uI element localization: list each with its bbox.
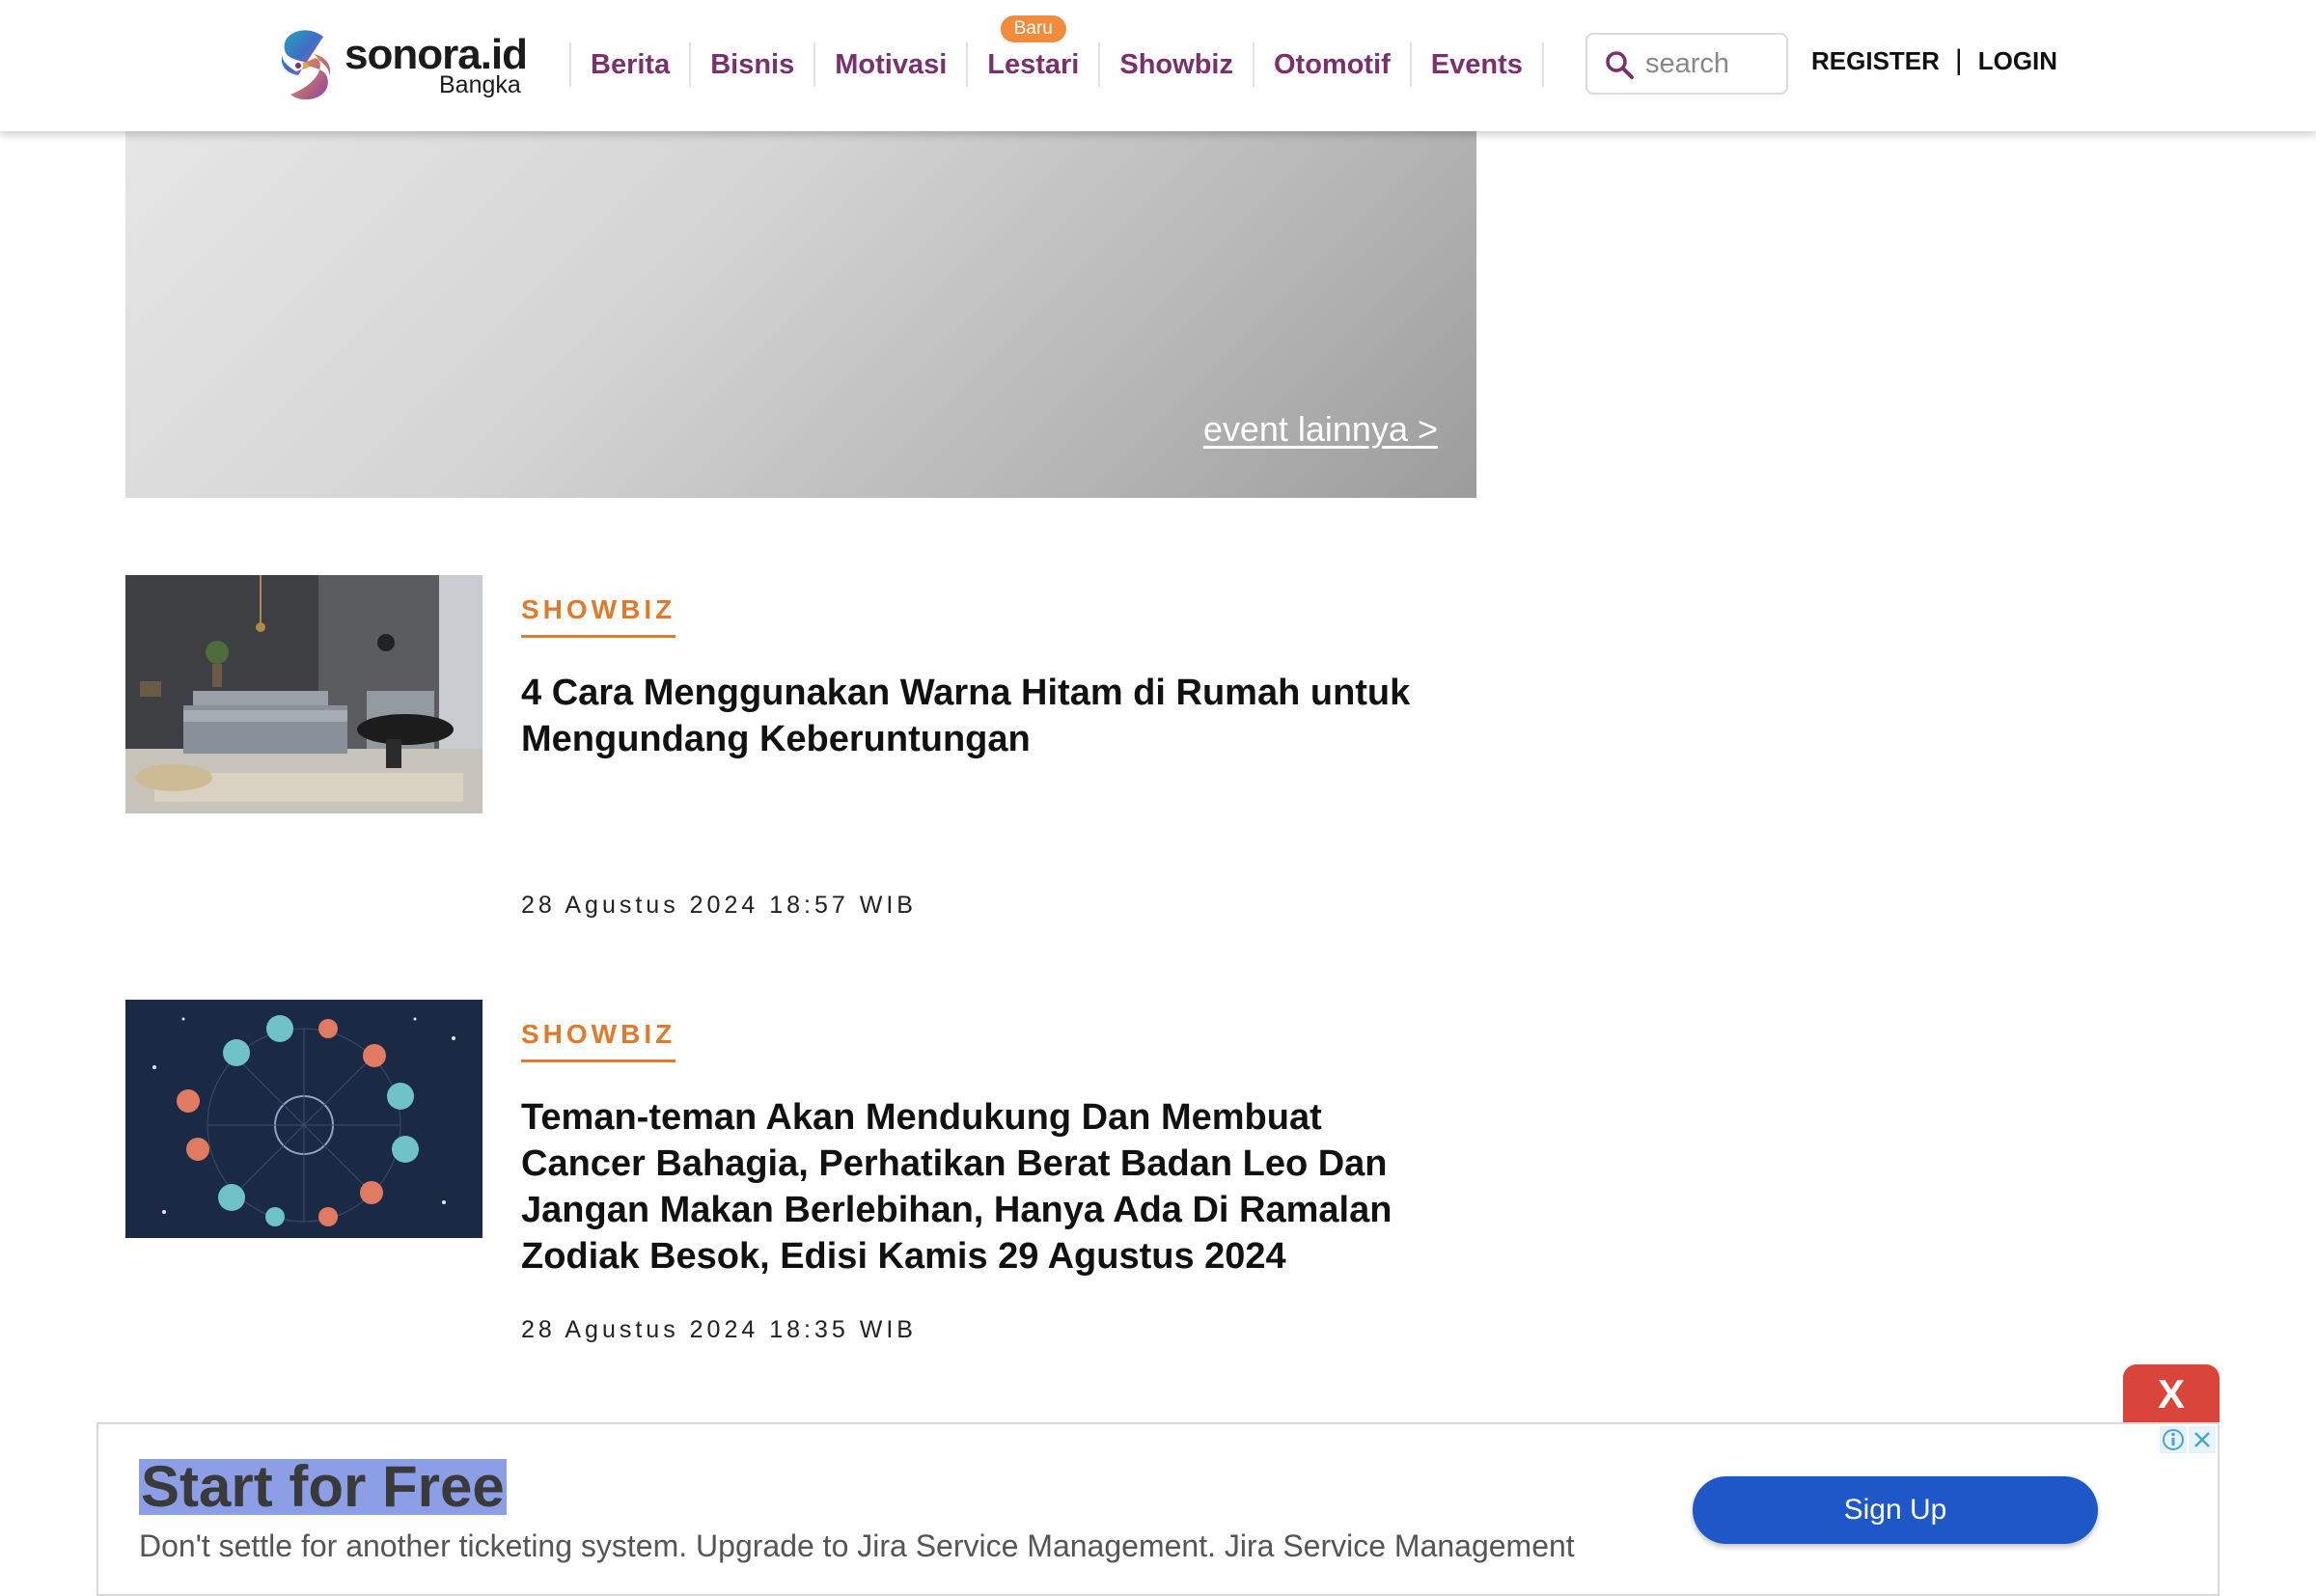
- nav-item-bisnis[interactable]: Bisnis: [689, 42, 813, 87]
- auth-separator: |: [1954, 44, 1963, 76]
- nav-item-label: Motivasi: [835, 48, 948, 80]
- nav-item-events[interactable]: Events: [1409, 42, 1544, 87]
- nav-item-motivasi[interactable]: Motivasi: [813, 42, 966, 87]
- site-logo[interactable]: sonora.id Bangka: [277, 27, 528, 104]
- search-box[interactable]: [1585, 33, 1788, 95]
- bedroom-photo-image: [125, 575, 482, 813]
- article-category[interactable]: SHOWBIZ: [521, 594, 676, 638]
- nav-item-label: Lestari: [987, 48, 1080, 80]
- register-link[interactable]: REGISTER: [1811, 46, 1940, 76]
- ad-headline[interactable]: Start for Free: [139, 1458, 507, 1516]
- close-icon[interactable]: [2189, 1426, 2216, 1453]
- ad-banner[interactable]: Start for Free Don't settle for another …: [96, 1422, 2220, 1596]
- login-link[interactable]: LOGIN: [1978, 46, 2057, 76]
- zodiac-wheel-image: [125, 1000, 482, 1238]
- event-banner: event lainnya >: [125, 131, 1476, 498]
- ad-cta-label: Sign Up: [1843, 1494, 1947, 1526]
- nav-item-label: Otomotif: [1273, 48, 1391, 80]
- nav-item-label: Bisnis: [710, 48, 795, 80]
- ad-signup-button[interactable]: Sign Up: [1693, 1476, 2098, 1544]
- nav-item-showbiz[interactable]: Showbiz: [1098, 42, 1253, 87]
- ad-close-label: X: [2157, 1371, 2185, 1417]
- auth-links: REGISTER | LOGIN: [1811, 44, 2057, 77]
- logo-subtitle: Bangka: [439, 71, 521, 98]
- article-title[interactable]: Teman-teman Akan Mendukung Dan Membuat C…: [521, 1094, 1448, 1280]
- ad-body-text[interactable]: Don't settle for another ticketing syste…: [139, 1528, 1575, 1564]
- nav-item-label: Showbiz: [1119, 48, 1233, 80]
- article-category[interactable]: SHOWBIZ: [521, 1019, 676, 1062]
- article-thumbnail[interactable]: [125, 1000, 482, 1238]
- sonora-logo-icon: [281, 30, 331, 100]
- article-date: 28 Agustus 2024 18:57 WIB: [521, 892, 917, 919]
- nav-item-otomotif[interactable]: Otomotif: [1252, 42, 1410, 87]
- nav-item-lestari[interactable]: Baru Lestari: [966, 15, 1098, 87]
- ad-close-button[interactable]: X: [2123, 1364, 2220, 1424]
- nav-item-label: Events: [1430, 48, 1523, 80]
- article-date: 28 Agustus 2024 18:35 WIB: [521, 1316, 917, 1343]
- main-nav: Berita Bisnis Motivasi Baru Lestari Show…: [569, 15, 1544, 87]
- more-events-link[interactable]: event lainnya >: [1203, 409, 1438, 450]
- search-input[interactable]: [1645, 42, 1780, 85]
- search-icon[interactable]: [1605, 50, 1634, 79]
- article-thumbnail[interactable]: [125, 575, 482, 813]
- article-title[interactable]: 4 Cara Menggunakan Warna Hitam di Rumah …: [521, 670, 1448, 762]
- site-header: sonora.id Bangka Berita Bisnis Motivasi …: [0, 0, 2316, 131]
- nav-item-label: Berita: [591, 48, 671, 80]
- nav-item-berita[interactable]: Berita: [569, 42, 689, 87]
- info-icon[interactable]: [2160, 1426, 2187, 1453]
- new-badge: Baru: [1000, 15, 1066, 42]
